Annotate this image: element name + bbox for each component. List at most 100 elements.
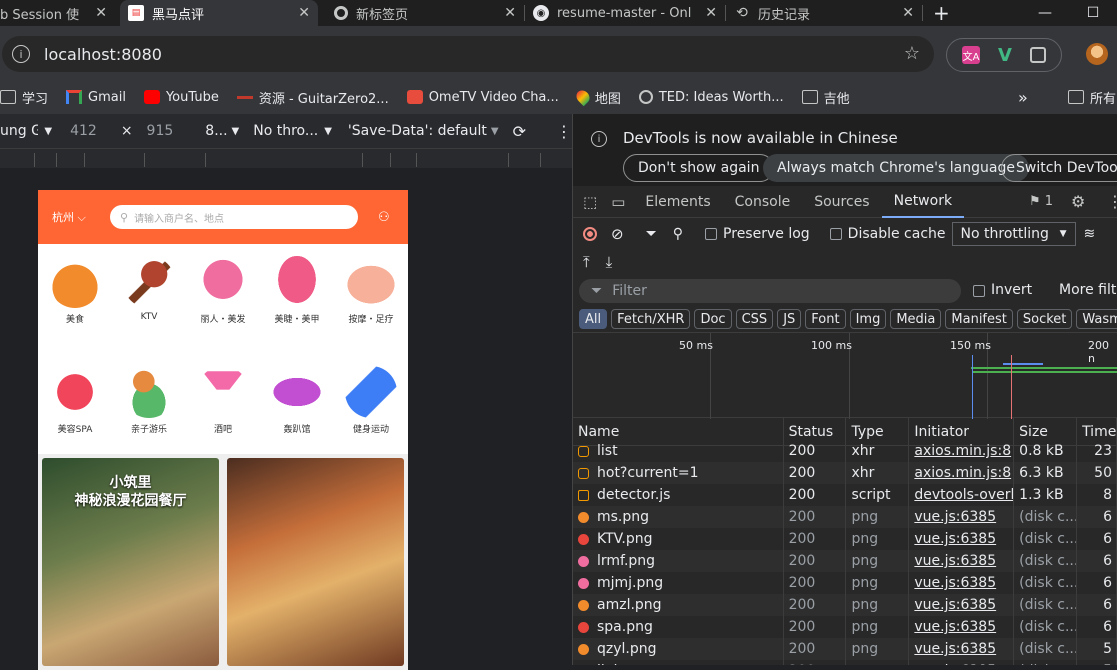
browser-tab[interactable]: 新标签页 ✕ [326,0,524,26]
bookmark-item[interactable]: Gmail [66,90,126,105]
bookmark-item[interactable]: 地图 [573,87,621,107]
match-language-button[interactable]: Always match Chrome's language [763,154,1029,182]
tab-network[interactable]: Network [881,186,965,218]
filter-input[interactable]: ⏷ Filter [579,279,961,303]
more-bookmarks-icon[interactable]: » [1018,88,1028,107]
save-data-select[interactable]: 'Save-Data': default [348,123,487,139]
type-filter-all[interactable]: All [579,309,608,329]
table-row[interactable]: ms.png 200 png vue.js:6385 (disk c... 6 [573,506,1117,528]
bookmark-item[interactable]: TED: Ideas Worth... [638,90,784,105]
category-item[interactable]: 美睫・美甲 [260,250,334,360]
clear-icon[interactable]: ⊘ [611,225,624,243]
category-item[interactable]: 美食 [38,250,112,360]
throttling-select[interactable]: No throttling ▼ [951,222,1076,246]
device-select[interactable]: ung Gala... [0,123,38,139]
device-toggle-icon[interactable]: ▭ [611,193,625,211]
issues-counter[interactable]: ⚑ 1 [1029,194,1053,209]
table-row[interactable]: hot?current=1 200 xhr axios.min.js:8 6.3 kB 5… [573,462,1117,484]
bookmark-item[interactable]: 吉他 [801,88,850,107]
tab-sources[interactable]: Sources [802,186,881,218]
request-initiator[interactable]: vue.js:6385 [909,594,1015,616]
type-filter-fetch[interactable]: Fetch/XHR [611,309,691,329]
request-initiator[interactable]: vue.js:6385 [909,660,1015,665]
vue-devtools-icon[interactable]: V [998,45,1012,66]
close-tab-icon[interactable]: ✕ [95,5,107,21]
dont-show-again-button[interactable]: Don't show again [623,154,775,182]
type-filter-img[interactable]: Img [849,309,887,329]
rotate-icon[interactable]: ⟳ [513,122,526,141]
network-conditions-icon[interactable]: ≋ [1084,226,1096,242]
type-filter-js[interactable]: JS [777,309,802,329]
browser-tab[interactable]: ◉ resume-master - Onl ✕ [525,0,725,26]
browser-tab-active[interactable]: ▤ 黑马点评 ✕ [120,0,318,26]
settings-gear-icon[interactable]: ⚙ [1071,192,1085,211]
category-item[interactable]: KTV [112,250,186,360]
disable-cache-checkbox[interactable] [829,228,842,240]
type-filter-media[interactable]: Media [890,309,942,329]
more-options-icon[interactable]: ⋮ [556,122,572,141]
width-input[interactable]: 412 [70,123,97,139]
table-row[interactable]: list 200 xhr axios.min.js:8 0.8 kB 23 [573,440,1117,462]
chevron-down-icon[interactable]: ▼ [44,126,52,137]
close-tab-icon[interactable]: ✕ [504,5,516,21]
type-filter-wasm[interactable]: Wasm [1076,309,1117,329]
upload-icon[interactable]: ⤒ [583,253,590,271]
omnibox[interactable]: i localhost:8080 ☆ [2,36,934,72]
request-initiator[interactable]: axios.min.js:8 [909,462,1015,484]
bookmark-item[interactable]: 资源 - GuitarZero2... [236,88,389,107]
translate-extension-icon[interactable]: 文A [962,46,980,64]
request-initiator[interactable]: vue.js:6385 [909,550,1015,572]
table-row[interactable]: jiuba.png200pngvue.js:6385(disk c...5 [573,660,1117,665]
request-initiator[interactable]: vue.js:6385 [909,616,1015,638]
minimize-icon[interactable]: — [1021,5,1069,21]
tab-elements[interactable]: Elements [633,186,722,218]
preserve-log-checkbox[interactable] [705,228,718,240]
table-row[interactable]: KTV.png 200 png vue.js:6385 (disk c... 6 [573,528,1117,550]
download-icon[interactable]: ⤓ [606,253,613,271]
chevron-down-icon[interactable]: ▼ [232,126,240,137]
url-text[interactable]: localhost:8080 [44,45,162,64]
request-initiator[interactable]: vue.js:6385 [909,572,1015,594]
category-item[interactable]: 按摩・足疗 [334,250,408,360]
table-row[interactable]: spa.png 200 png vue.js:6385 (disk c... 6 [573,616,1117,638]
all-bookmarks-button[interactable]: 所有 [1068,88,1116,107]
maximize-icon[interactable]: ☐ [1069,5,1117,21]
search-icon[interactable]: ⚲ [673,226,683,242]
bookmark-item[interactable]: YouTube [143,90,219,105]
throttle-select[interactable]: No thro... [253,123,318,139]
table-row[interactable]: lrmf.png 200 png vue.js:6385 (disk c... 6 [573,550,1117,572]
chevron-down-icon[interactable]: ▼ [324,126,332,137]
record-icon[interactable] [583,227,597,241]
request-initiator[interactable]: axios.min.js:8 [909,440,1015,462]
close-tab-icon[interactable]: ✕ [298,5,310,21]
request-initiator[interactable]: devtools-overlay [909,484,1015,506]
more-filters-button[interactable]: More filte [1059,282,1117,298]
blog-card[interactable] [227,458,404,666]
new-tab-icon[interactable]: + [933,1,950,25]
city-selector[interactable]: 杭州 ⌵ [52,209,110,225]
filter-icon[interactable]: ⏷ [646,226,657,242]
chevron-down-icon[interactable]: ▼ [491,126,499,137]
network-overview-timeline[interactable]: 50 ms 100 ms 150 ms 200 n [573,332,1117,419]
more-options-icon[interactable]: ⋮ [1107,192,1117,211]
switch-devtools-button[interactable]: Switch DevTools [1001,154,1117,182]
search-input[interactable]: ⚲ 请输入商户名、地点 [110,205,358,229]
site-info-icon[interactable]: i [12,45,30,63]
extensions-puzzle-icon[interactable] [1029,47,1046,63]
bookmark-item[interactable]: OmeTV Video Cha... [406,90,559,105]
type-filter-doc[interactable]: Doc [694,309,732,329]
table-row[interactable]: mjmj.png 200 png vue.js:6385 (disk c... 6 [573,572,1117,594]
request-initiator[interactable]: vue.js:6385 [909,506,1015,528]
close-tab-icon[interactable]: ✕ [902,5,914,21]
bookmark-star-icon[interactable]: ☆ [904,43,920,64]
invert-checkbox[interactable] [973,285,985,297]
inspect-element-icon[interactable]: ⬚ [583,193,597,211]
user-icon[interactable]: ⚇ [378,210,390,225]
height-input[interactable]: 915 [147,123,174,139]
category-item[interactable]: 丽人・美发 [186,250,260,360]
request-initiator[interactable]: vue.js:6385 [909,528,1015,550]
blog-card[interactable]: 小筑里 神秘浪漫花园餐厅 [42,458,219,666]
type-filter-manifest[interactable]: Manifest [945,309,1013,329]
type-filter-socket[interactable]: Socket [1016,309,1073,329]
profile-avatar[interactable] [1086,43,1108,65]
